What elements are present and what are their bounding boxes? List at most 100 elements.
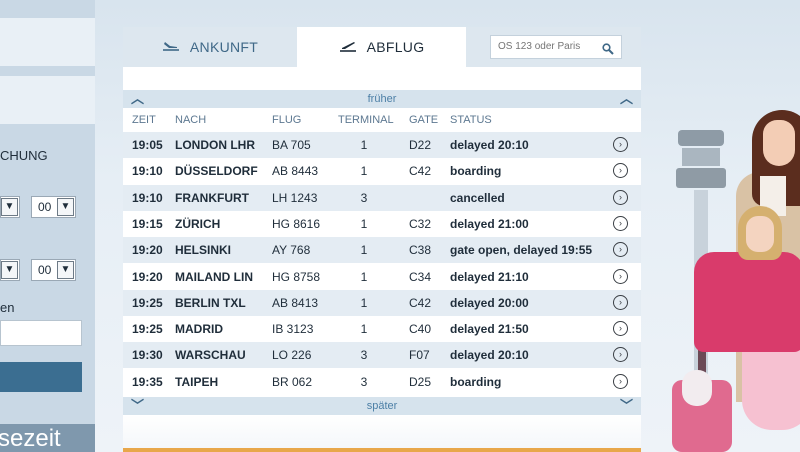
flight-time: 19:35 <box>132 374 163 389</box>
flight-number: BA 705 <box>272 138 311 152</box>
table-row[interactable]: 19:20 MAILAND LIN HG 8758 1 C34 delayed 21:10… <box>123 264 641 290</box>
flight-destination: TAIPEH <box>175 374 219 389</box>
flight-status: cancelled <box>450 190 505 205</box>
flight-gate: C34 <box>409 269 432 284</box>
flight-number: IB 3123 <box>272 322 314 337</box>
flight-gate: D22 <box>409 138 432 152</box>
details-arrow-icon[interactable]: › <box>613 294 628 310</box>
flight-number: LO 226 <box>272 348 312 363</box>
board-footer <box>123 415 641 452</box>
flight-time: 19:10 <box>132 190 163 205</box>
flight-status: delayed 21:10 <box>450 269 529 284</box>
flight-status: boarding <box>450 164 502 179</box>
table-row[interactable]: 19:30 WARSCHAU LO 226 3 F07 delayed 20:10 › <box>123 342 641 369</box>
details-arrow-icon[interactable]: › <box>613 163 628 179</box>
booking-label: CHUNG <box>0 148 48 163</box>
flight-terminal: 1 <box>360 216 368 231</box>
flight-terminal: 3 <box>360 374 368 389</box>
chevron-down-icon: ﹀ <box>131 398 145 413</box>
earlier-flights-button[interactable]: ︿ früher ︿ <box>123 90 641 108</box>
plane-takeoff-icon <box>339 39 357 55</box>
table-row[interactable]: 19:15 ZÜRICH HG 8616 1 C32 delayed 21:00 › <box>123 211 641 237</box>
tab-bar: ANKUNFT ABFLUG <box>123 27 641 67</box>
column-time: ZEIT <box>132 114 156 126</box>
details-arrow-icon[interactable]: › <box>613 347 628 363</box>
text-input[interactable] <box>0 320 82 346</box>
flight-destination: HELSINKI <box>175 243 232 258</box>
table-row[interactable]: 19:25 BERLIN TXL AB 8413 1 C42 delayed 20:00 › <box>123 289 641 316</box>
flight-destination: ZÜRICH <box>175 216 221 231</box>
chevron-up-icon: ︿ <box>131 91 145 106</box>
flight-gate: F07 <box>409 348 430 363</box>
hour-select-2[interactable]: ▼ <box>0 259 20 281</box>
flight-terminal: 1 <box>360 322 368 337</box>
details-arrow-icon[interactable]: › <box>613 137 628 152</box>
flight-terminal: 3 <box>360 190 368 205</box>
flight-terminal: 3 <box>360 348 368 363</box>
details-arrow-icon[interactable]: › <box>613 373 628 389</box>
table-row[interactable]: 19:10 FRANKFURT LH 1243 3 cancelled › <box>123 184 641 211</box>
travel-photo <box>642 0 800 452</box>
flight-destination: MAILAND LIN <box>175 269 253 284</box>
booking-panel: CHUNG ▼ 00 ▼ ▼ 00 ▼ en sezeit <box>0 0 95 452</box>
flight-destination: LONDON LHR <box>175 138 255 152</box>
table-row[interactable]: 19:25 MADRID IB 3123 1 C40 delayed 21:50 › <box>123 316 641 342</box>
later-label: später <box>366 400 398 412</box>
flight-terminal: 1 <box>360 138 368 152</box>
field-label: en <box>0 300 15 315</box>
hour-select-1[interactable]: ▼ <box>0 196 20 218</box>
tab-departures[interactable]: ABFLUG <box>297 27 466 67</box>
search-icon[interactable] <box>602 40 614 62</box>
later-flights-button[interactable]: ﹀ später ﹀ <box>123 397 641 415</box>
chevron-down-icon: ﹀ <box>619 398 633 413</box>
tab-arrivals[interactable]: ANKUNFT <box>123 27 297 67</box>
footer-strip <box>123 448 641 452</box>
table-row[interactable]: 19:05 LONDON LHR BA 705 1 D22 delayed 20:10 › <box>123 132 641 158</box>
flight-status: boarding <box>450 374 502 389</box>
flight-number: AY 768 <box>272 243 311 258</box>
flight-destination: MADRID <box>175 322 223 337</box>
flight-search[interactable] <box>490 35 622 59</box>
details-arrow-icon[interactable]: › <box>613 189 628 205</box>
travel-time-link[interactable]: sezeit <box>0 424 95 452</box>
earlier-label: früher <box>367 93 397 105</box>
details-arrow-icon[interactable]: › <box>613 268 628 284</box>
column-flight: FLUG <box>272 114 302 126</box>
flight-destination: BERLIN TXL <box>175 295 246 310</box>
flight-time: 19:05 <box>132 138 163 152</box>
submit-button[interactable] <box>0 362 82 392</box>
table-row[interactable]: 19:20 HELSINKI AY 768 1 C38 gate open, delaye… <box>123 237 641 264</box>
flight-terminal: 1 <box>360 243 368 258</box>
flight-number: LH 1243 <box>272 190 318 205</box>
flight-terminal: 1 <box>360 295 368 310</box>
column-gate: GATE <box>409 114 439 126</box>
booking-field-2[interactable] <box>0 76 95 124</box>
flight-status: gate open, delayed 19:55 <box>450 243 593 258</box>
tab-departures-label: ABFLUG <box>366 39 425 55</box>
minute-select-1[interactable]: 00 ▼ <box>31 196 76 218</box>
flight-board-panel: ANKUNFT ABFLUG ︿ früher ︿ ZEIT NACH FLUG… <box>123 27 641 452</box>
chevron-down-icon: ▼ <box>57 198 74 216</box>
table-row[interactable]: 19:10 DÜSSELDORF AB 8443 1 C42 boarding › <box>123 158 641 184</box>
flight-gate: D25 <box>409 374 432 389</box>
column-terminal: TERMINAL <box>338 114 394 126</box>
details-arrow-icon[interactable]: › <box>613 215 628 231</box>
flight-destination: FRANKFURT <box>175 190 249 205</box>
minute-select-2[interactable]: 00 ▼ <box>31 259 76 281</box>
table-header: ZEIT NACH FLUG TERMINAL GATE STATUS <box>123 108 641 132</box>
flight-time: 19:25 <box>132 295 163 310</box>
departures-table: ︿ früher ︿ ZEIT NACH FLUG TERMINAL GATE … <box>123 67 641 452</box>
booking-field-1[interactable] <box>0 18 95 66</box>
flight-gate: C42 <box>409 295 432 310</box>
details-arrow-icon[interactable]: › <box>613 321 628 337</box>
table-row[interactable]: 19:35 TAIPEH BR 062 3 D25 boarding › <box>123 369 641 395</box>
tab-arrivals-label: ANKUNFT <box>189 39 259 55</box>
flight-terminal: 1 <box>360 269 368 284</box>
flight-destination: DÜSSELDORF <box>175 164 258 179</box>
flight-destination: WARSCHAU <box>175 348 246 363</box>
details-arrow-icon[interactable]: › <box>613 242 628 258</box>
search-input[interactable] <box>498 41 598 52</box>
chevron-down-icon: ▼ <box>1 261 18 279</box>
flight-status: delayed 20:00 <box>450 295 529 310</box>
flight-time: 19:15 <box>132 216 163 231</box>
